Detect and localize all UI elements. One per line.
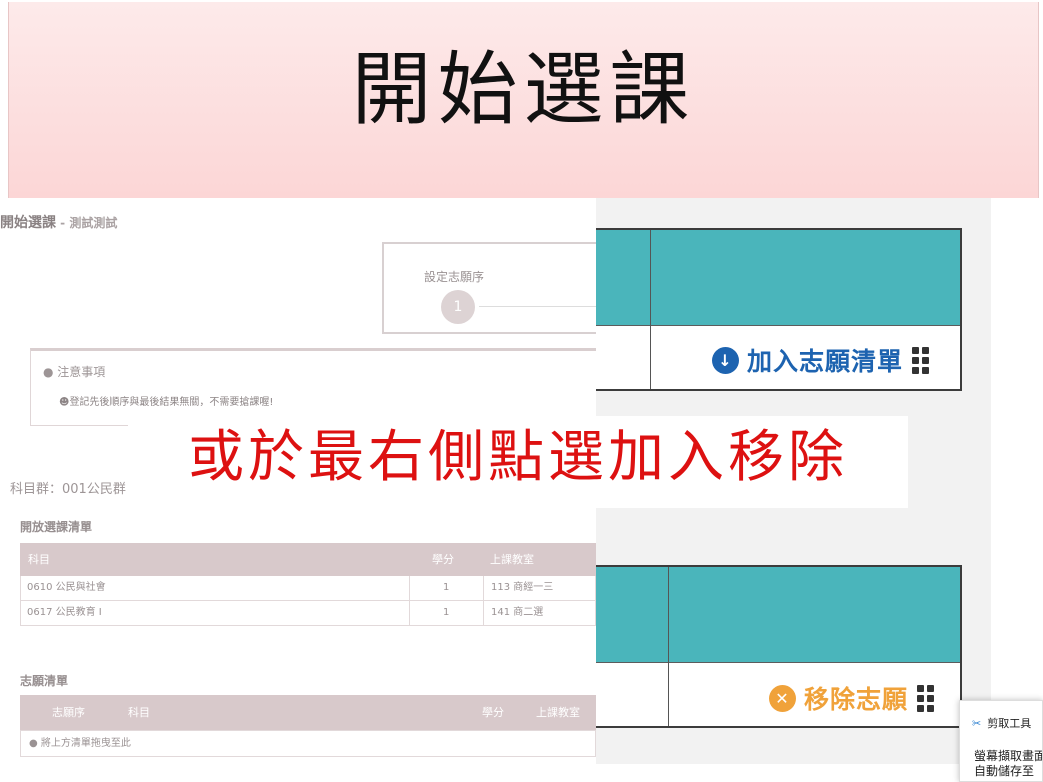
notice-item: ☻登記先後順序與最後結果無關，不需要搶課喔! (59, 397, 274, 408)
smile-icon: ☻ (59, 397, 70, 408)
arrow-down-circle-icon: ↓ (712, 346, 739, 374)
notice-box: ● 注意事項 ☻登記先後順序與最後結果無關，不需要搶課喔! (30, 348, 596, 426)
breadcrumb: 開始選課 - 測試測試 (0, 212, 117, 232)
title-banner: 開始選課 (8, 2, 1039, 198)
table-row[interactable]: 0617 公民教育 I 1 141 商二選 (20, 601, 596, 626)
table-row[interactable]: 0610 公民與社會 1 113 商經一三 (20, 576, 596, 601)
instruction-overlay: 或於最右側點選加入移除 (128, 416, 908, 508)
step-indicator: 設定志願序 1 (382, 242, 596, 334)
remove-wish-button[interactable]: ✕ 移除志願 (769, 680, 935, 716)
row-room: 141 商二選 (491, 607, 544, 618)
row-credit: 1 (443, 607, 450, 618)
cell-divider (409, 576, 410, 600)
snipping-tool-notification[interactable]: ✂剪取工具 螢幕擷取畫面已自動儲存至 (959, 700, 1043, 782)
column-room: 上課教室 (536, 706, 580, 719)
column-divider (650, 230, 651, 389)
snipping-message: 螢幕擷取畫面已自動儲存至 (974, 749, 1042, 778)
close-circle-icon: ✕ (769, 684, 796, 712)
open-list-header: 科目 學分 上課教室 (20, 543, 596, 576)
column-order: 志願序 (52, 706, 85, 719)
dropzone-hint: 將上方清單拖曳至此 (40, 738, 131, 749)
row-credit: 1 (443, 582, 450, 593)
column-credit: 學分 (432, 553, 454, 566)
row-subject: 0617 公民教育 I (27, 607, 102, 618)
column-room: 上課教室 (490, 553, 534, 566)
step-number: 1 (441, 290, 475, 324)
column-divider (668, 567, 669, 726)
cell-divider (483, 601, 484, 625)
breadcrumb-subtitle: - 測試測試 (56, 216, 118, 230)
wish-list-title: 志願清單 (20, 674, 69, 688)
add-course-table: ↓ 加入志願清單 (590, 228, 962, 391)
add-to-wishlist-button[interactable]: ↓ 加入志願清單 (712, 342, 930, 378)
table-header (592, 230, 960, 326)
course-group-label: 科目群：001公民群 (10, 482, 126, 497)
row-subject: 0610 公民與社會 (27, 582, 106, 593)
drag-handle-icon[interactable] (912, 346, 930, 374)
notice-title: ● 注意事項 (43, 365, 106, 379)
step-label: 設定志願序 (424, 270, 485, 284)
step-line (479, 306, 596, 307)
right-margin (991, 198, 1043, 764)
column-subject: 科目 (28, 553, 50, 566)
cell-divider (409, 601, 410, 625)
cell-divider (483, 576, 484, 600)
add-to-wishlist-label: 加入志願清單 (747, 347, 904, 376)
snipping-app-name: ✂ 剪取工具 (972, 717, 1032, 730)
row-room: 113 商經一三 (491, 582, 554, 593)
wish-list-header: 志願序 科目 學分 上課教室 (20, 695, 596, 730)
instruction-text: 或於最右側點選加入移除 (188, 425, 848, 490)
info-icon: ● (43, 365, 58, 379)
remove-course-table: ✕ 移除志願 (590, 565, 962, 728)
banner-title: 開始選課 (351, 43, 696, 136)
drag-handle-icon[interactable] (917, 684, 935, 712)
breadcrumb-title: 開始選課 (0, 215, 56, 231)
info-icon: ● (29, 738, 41, 749)
open-list-title: 開放選課清單 (20, 520, 93, 534)
column-subject: 科目 (128, 706, 150, 719)
wish-list-dropzone[interactable]: ● 將上方清單拖曳至此 (20, 730, 596, 757)
column-credit: 學分 (482, 706, 504, 719)
scissors-icon: ✂ (972, 717, 982, 730)
table-header (592, 567, 960, 663)
remove-wish-label: 移除志願 (804, 685, 909, 714)
